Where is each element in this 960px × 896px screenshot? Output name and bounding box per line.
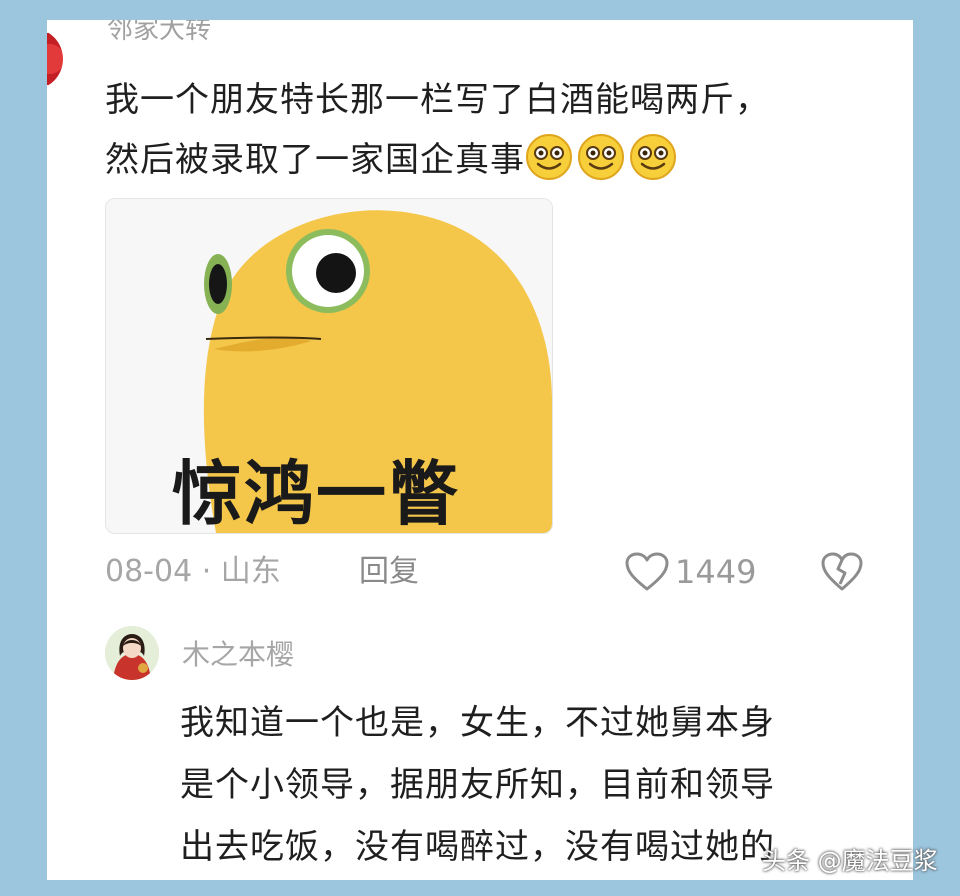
- comment-meta-row: 08-04 · 山东 回复 1449: [105, 550, 865, 594]
- comment-date-location: 08-04 · 山东: [105, 554, 281, 589]
- watermark: 头条 @魔法豆浆: [762, 847, 938, 875]
- sticker-image[interactable]: 惊鸿一瞥: [105, 198, 553, 534]
- like-button[interactable]: 1449: [625, 550, 756, 594]
- comment-username[interactable]: 邻家大转: [107, 20, 211, 46]
- avatar[interactable]: [47, 20, 81, 120]
- comment-text-span: 然后被录取了一家国企真事: [105, 140, 525, 180]
- smile-emoji-icon: [630, 134, 676, 180]
- sticker-caption: 惊鸿一瞥: [172, 453, 460, 534]
- like-count: 1449: [675, 553, 757, 591]
- reply-button[interactable]: 回复: [359, 550, 419, 594]
- comment-text-line: 然后被录取了一家国企真事: [105, 130, 885, 190]
- smile-emoji-icon: [578, 134, 624, 180]
- comment-text-line: 是个小领导，据朋友所知，目前和领导: [180, 765, 775, 805]
- comment-text: 我一个朋友特长那一栏写了白酒能喝两斤， 然后被录取了一家国企真事: [105, 70, 885, 190]
- flower-avatar-image: [47, 28, 63, 90]
- comment-text-line: 我一个朋友特长那一栏写了白酒能喝两斤，: [105, 80, 770, 120]
- comment-card: 邻家大转 我一个朋友特长那一栏写了白酒能喝两斤， 然后被录取了一家国企真事 惊鸿…: [47, 20, 913, 880]
- heart-icon: [625, 552, 669, 591]
- girl-avatar-icon: [105, 626, 159, 680]
- smile-emoji-icon: [526, 134, 572, 180]
- comment-username[interactable]: 木之本樱: [182, 638, 294, 672]
- comment-text-line: 我知道一个也是，女生，不过她舅本身: [180, 703, 775, 743]
- broken-heart-icon[interactable]: [821, 552, 863, 592]
- avatar[interactable]: [105, 626, 159, 680]
